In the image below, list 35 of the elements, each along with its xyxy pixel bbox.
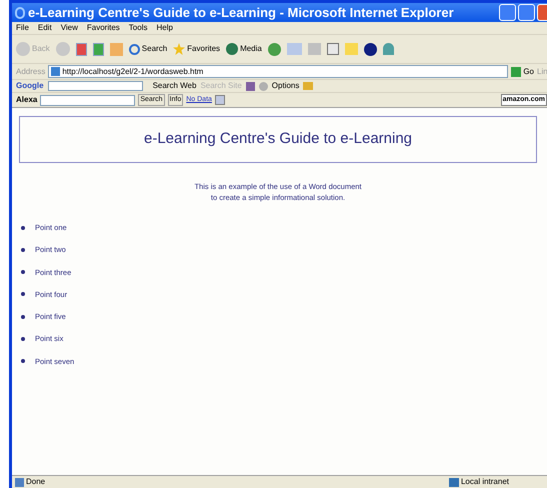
stop-icon[interactable] [76, 42, 87, 56]
bullet-icon [21, 248, 25, 252]
menu-item[interactable]: File [16, 22, 29, 34]
menu-item[interactable]: Tools [128, 22, 148, 34]
address-field[interactable]: http://localhost/g2el/2-1/wordasweb.htm [48, 65, 508, 78]
search-button[interactable]: Search [128, 43, 168, 55]
address-label: Address [16, 66, 46, 78]
bullet-icon [21, 226, 25, 230]
bullet-icon [21, 336, 25, 341]
menu-item[interactable]: Help [156, 22, 173, 34]
google-logo[interactable]: Google [16, 80, 44, 92]
close-button[interactable] [537, 4, 547, 21]
refresh-icon[interactable] [92, 42, 104, 56]
go-button[interactable]: Go [511, 66, 534, 78]
alexa-search-field[interactable] [40, 94, 136, 106]
search-web-button[interactable]: Search Web [152, 80, 196, 92]
bullet-icon [21, 292, 25, 296]
bullet-icon [21, 314, 25, 319]
window-title: e-Learning Centre's Guide to e-Learning - Microsoft Internet Explorer [28, 4, 454, 22]
media-button[interactable]: Media [226, 43, 262, 55]
bullet-icon [21, 359, 25, 364]
star-icon [173, 43, 186, 55]
zone-text: Local intranet [460, 476, 509, 488]
menu-item[interactable]: Edit [38, 22, 52, 34]
options-button[interactable]: Options [272, 80, 300, 92]
maximize-button[interactable] [518, 4, 535, 21]
menu-item[interactable]: Favorites [86, 22, 120, 34]
bullet-icon [21, 270, 25, 274]
page-heading: e-Learning Centre's Guide to e-Learning [144, 129, 412, 150]
google-search-field[interactable] [48, 81, 143, 91]
minimize-button[interactable] [499, 4, 516, 21]
status-text: Done [26, 476, 46, 488]
favorites-button[interactable]: Favorites [173, 43, 220, 55]
alexa-logo[interactable]: Alexa [16, 94, 38, 106]
menu-item[interactable]: View [60, 22, 78, 34]
